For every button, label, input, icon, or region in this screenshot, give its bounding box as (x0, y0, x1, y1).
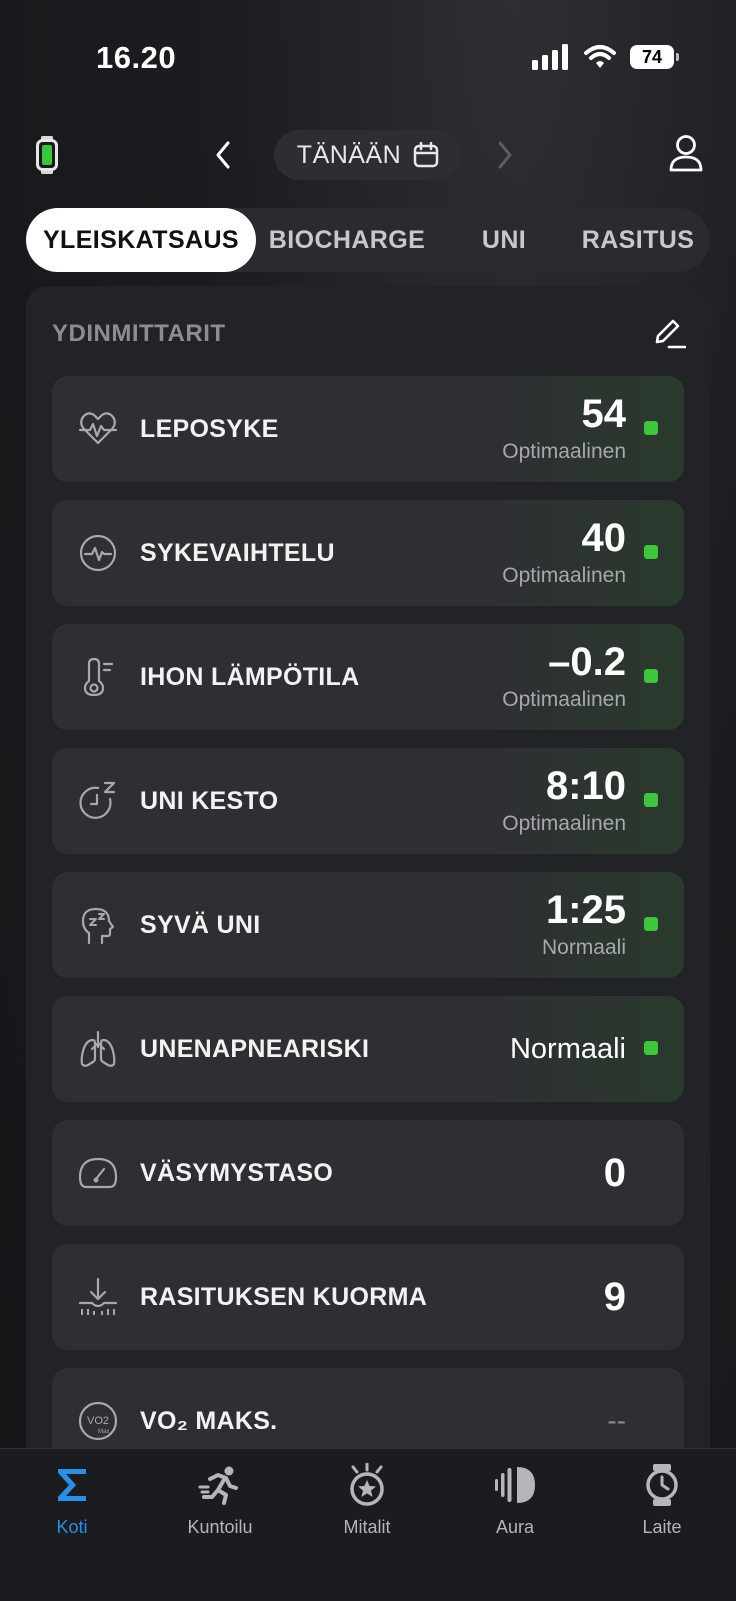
profile-button[interactable] (668, 134, 704, 177)
lungs-icon (80, 1030, 116, 1067)
metric-label: VÄSYMYSTASO (140, 1158, 334, 1187)
sigma-icon (48, 1461, 96, 1509)
metric-row-uni-kesto[interactable]: UNI KESTO 8:10 Optimaalinen (52, 748, 684, 854)
top-nav: TÄNÄÄN (0, 126, 736, 186)
metric-row-sykevaihtelu[interactable]: SYKEVAIHTELU 40 Optimaalinen (52, 500, 684, 606)
chevron-right-icon (498, 141, 512, 169)
tab-biocharge[interactable]: BIOCHARGE (258, 208, 436, 272)
tab-yleiskatsaus[interactable]: YLEISKATSAUS (26, 208, 256, 272)
panel-title: YDINMITTARIT (52, 320, 226, 347)
metric-status: Optimaalinen (502, 812, 626, 835)
metric-row-syva-uni[interactable]: SYVÄ UNI 1:25 Normaali (52, 872, 684, 978)
tab-bar: YLEISKATSAUS BIOCHARGE UNI RASITUS (26, 208, 710, 272)
aura-icon (491, 1461, 539, 1509)
metric-status: Optimaalinen (502, 564, 626, 587)
svg-text:VO2: VO2 (87, 1415, 109, 1427)
pencil-icon (655, 319, 687, 349)
calendar-icon (413, 142, 439, 168)
wifi-icon (584, 45, 616, 68)
user-icon (669, 135, 703, 172)
status-indicator-dot (644, 793, 658, 807)
device-battery-icon[interactable] (36, 136, 58, 179)
nav-label: Aura (495, 1517, 535, 1537)
metric-label: SYVÄ UNI (140, 910, 261, 939)
nav-kuntoilu[interactable]: Kuntoilu (160, 1461, 280, 1561)
status-icons: 74 (532, 44, 679, 70)
load-arrow-icon (78, 1277, 118, 1315)
status-indicator-dot (644, 545, 658, 559)
tab-uni[interactable]: UNI (444, 208, 564, 272)
metric-status: Optimaalinen (502, 688, 626, 711)
metric-label: RASITUKSEN KUORMA (140, 1282, 428, 1311)
status-time: 16.20 (96, 40, 177, 75)
metric-value: 8:10 (545, 764, 626, 808)
metric-row-rasituksen-kuorma[interactable]: RASITUKSEN KUORMA 9 (52, 1244, 684, 1350)
date-selector[interactable]: TÄNÄÄN (274, 130, 462, 180)
nav-label: Laite (642, 1517, 682, 1537)
metric-value: –0.2 (548, 640, 626, 684)
nav-aura[interactable]: Aura (455, 1461, 575, 1561)
metric-value: 54 (581, 392, 627, 436)
status-indicator-dot (644, 421, 658, 435)
metric-value: 9 (603, 1274, 626, 1319)
nav-mitalit[interactable]: Mitalit (307, 1461, 427, 1561)
metric-status: Normaali (541, 936, 626, 959)
nav-koti[interactable]: Koti (12, 1461, 132, 1561)
metric-row-unenapneariski[interactable]: UNENAPNEARISKI Normaali (52, 996, 684, 1102)
date-label: TÄNÄÄN (296, 140, 402, 169)
edit-button[interactable] (652, 316, 687, 355)
previous-day-button[interactable] (214, 140, 232, 175)
watch-icon (638, 1461, 686, 1509)
sleep-clock-icon (79, 781, 116, 819)
heartbeat-wave-icon (78, 412, 118, 445)
status-indicator-dot (644, 1041, 658, 1055)
metric-row-leposyke[interactable]: LEPOSYKE 54 Optimaalinen (52, 376, 684, 482)
tab-rasitus[interactable]: RASITUS (566, 208, 710, 272)
runner-icon (196, 1461, 244, 1509)
status-indicator-dot (644, 669, 658, 683)
metric-value: 1:25 (545, 888, 626, 932)
status-bar: 16.20 74 (0, 0, 736, 120)
nav-label: Koti (56, 1517, 88, 1537)
metric-row-vasymystaso[interactable]: VÄSYMYSTASO 0 (52, 1120, 684, 1226)
metric-row-ihon-lampotila[interactable]: IHON LÄMPÖTILA –0.2 Optimaalinen (52, 624, 684, 730)
vo2max-icon: VO2 Max (78, 1401, 118, 1441)
metric-label: UNENAPNEARISKI (140, 1034, 370, 1063)
nav-label: Kuntoilu (187, 1517, 253, 1537)
chevron-left-icon (216, 141, 230, 169)
metric-label: SYKEVAIHTELU (140, 538, 335, 567)
battery-indicator: 74 (630, 45, 679, 69)
metric-label: IHON LÄMPÖTILA (140, 662, 360, 691)
status-indicator-dot (644, 917, 658, 931)
signal-icon (532, 44, 568, 70)
bottom-tab-bar: Koti Kuntoilu Mitalit Aura Laite (0, 1448, 736, 1601)
nav-label: Mitalit (343, 1517, 391, 1537)
metric-label: LEPOSYKE (140, 414, 279, 443)
medal-icon (343, 1461, 391, 1509)
metric-label: UNI KESTO (140, 786, 279, 815)
next-day-button[interactable] (496, 140, 514, 175)
gauge-icon (78, 1157, 118, 1189)
metric-value: Normaali (509, 1032, 626, 1065)
metric-status: Optimaalinen (502, 440, 626, 463)
metric-value: 0 (603, 1150, 626, 1195)
metric-value: 40 (581, 516, 627, 560)
hrv-circle-icon (79, 534, 117, 572)
thermometer-icon (83, 657, 114, 697)
core-metrics-panel: YDINMITTARIT LEPOSYKE 54 Optimaalinen SY… (26, 286, 710, 1474)
nav-laite[interactable]: Laite (602, 1461, 722, 1561)
deep-sleep-head-icon (81, 907, 115, 945)
svg-text:Max: Max (98, 1429, 109, 1435)
